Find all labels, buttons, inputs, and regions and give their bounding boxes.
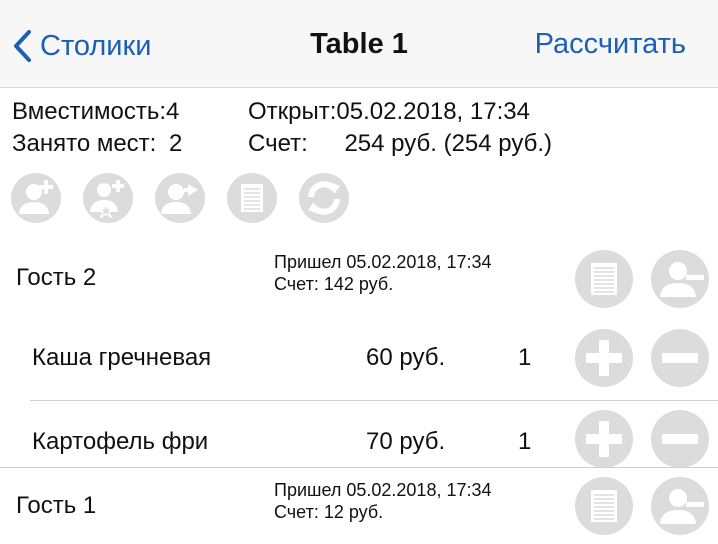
guest-name: Гость 1 — [16, 492, 97, 519]
item-price: 60 руб. — [366, 344, 446, 371]
guest-meta: Пришел 05.02.2018, 17:34 Счет: 142 руб. — [274, 251, 492, 295]
guest-row[interactable]: Гость 2 Пришел 05.02.2018, 17:34 Счет: 1… — [0, 240, 718, 320]
item-name: Картофель фри — [32, 428, 209, 455]
guest-arrived: Пришел 05.02.2018, 17:34 — [274, 480, 492, 500]
order-item-row: Картофель фри 70 руб. 1 — [0, 401, 718, 467]
opened-value: 05.02.2018, 17:34 — [336, 98, 530, 125]
order-item-row: Каша гречневая 60 руб. 1 — [0, 320, 718, 400]
minus-icon[interactable] — [650, 409, 710, 467]
calculate-button[interactable]: Рассчитать — [535, 28, 686, 61]
guest-row[interactable]: Гость 1 Пришел 05.02.2018, 17:34 Счет: 1… — [0, 468, 718, 544]
item-price: 70 руб. — [366, 428, 446, 455]
plus-icon[interactable] — [574, 409, 634, 467]
refresh-icon[interactable] — [298, 172, 350, 224]
remove-guest-icon[interactable] — [650, 476, 710, 536]
item-quantity: 1 — [518, 428, 532, 455]
move-guest-icon[interactable] — [154, 172, 206, 224]
guest-bill-icon[interactable] — [574, 249, 634, 309]
guest-bill: Счет: 12 руб. — [274, 502, 384, 522]
add-guest-icon[interactable] — [10, 172, 62, 224]
bill-icon[interactable] — [226, 172, 278, 224]
capacity-label: Вместимость: — [12, 98, 166, 125]
plus-icon[interactable] — [574, 328, 634, 388]
guest-bill: Счет: 142 руб. — [274, 274, 394, 294]
item-quantity: 1 — [518, 344, 532, 371]
occupied-value: 2 — [169, 130, 183, 157]
navigation-bar: Столики Table 1 Рассчитать — [0, 0, 718, 88]
remove-guest-icon[interactable] — [650, 249, 710, 309]
bill-value: 254 руб. (254 руб.) — [344, 130, 553, 157]
guest-arrived: Пришел 05.02.2018, 17:34 — [274, 252, 492, 272]
add-favorite-guest-icon[interactable] — [82, 172, 134, 224]
bill-label: Счет: — [248, 130, 308, 157]
back-button[interactable]: Столики — [12, 26, 151, 66]
chevron-left-icon — [14, 30, 31, 62]
minus-icon[interactable] — [650, 328, 710, 388]
opened-label: Открыт: — [248, 98, 337, 125]
guest-name: Гость 2 — [16, 264, 97, 291]
guest-bill-icon[interactable] — [574, 476, 634, 536]
item-name: Каша гречневая — [32, 344, 212, 371]
occupied-label: Занято мест: — [12, 130, 157, 157]
capacity-value: 4 — [166, 98, 180, 125]
back-button-label: Столики — [40, 29, 152, 62]
guest-meta: Пришел 05.02.2018, 17:34 Счет: 12 руб. — [274, 479, 492, 523]
